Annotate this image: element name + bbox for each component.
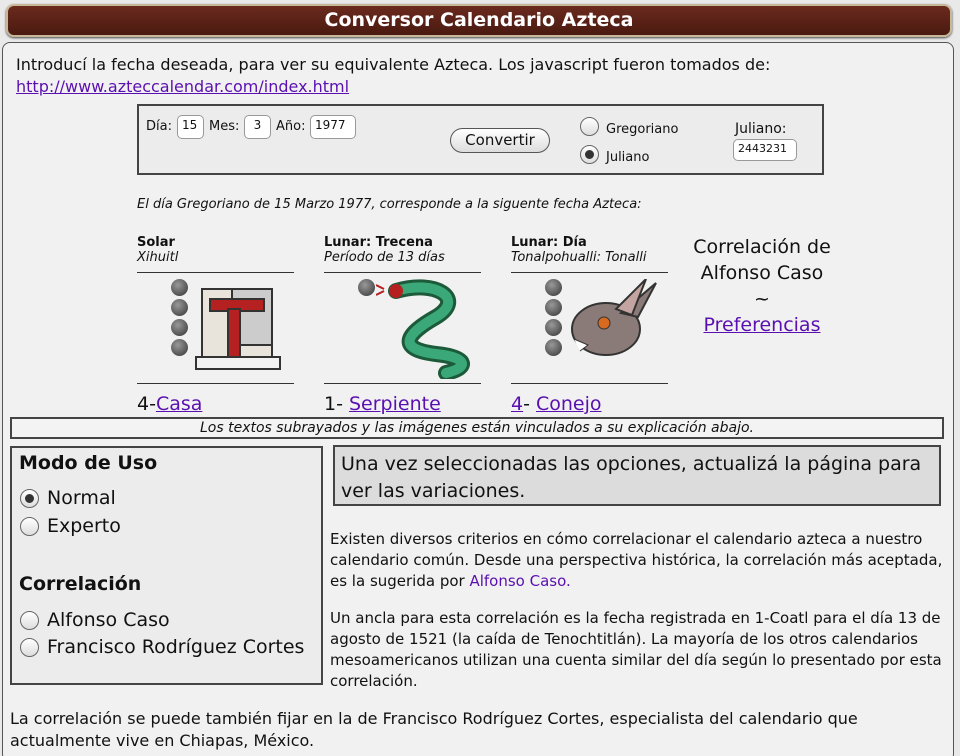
- mode-normal-radio[interactable]: [20, 489, 39, 508]
- casa-glyph-icon[interactable]: [167, 279, 287, 379]
- number-dots: [545, 279, 562, 359]
- trecena-number: 1-: [324, 393, 349, 415]
- solar-sub: Xihuitl: [137, 250, 179, 265]
- year-input[interactable]: 1977: [310, 115, 356, 139]
- mode-normal-label: Normal: [47, 487, 116, 509]
- dia-sub: Tonalpohualli: Tonalli: [511, 250, 647, 265]
- refresh-tip: Una vez seleccionadas las opciones, actu…: [333, 445, 941, 506]
- number-dots: [171, 279, 188, 359]
- divider: [324, 383, 481, 384]
- result-text: El día Gregoriano de 15 Marzo 1977, corr…: [137, 197, 642, 212]
- divider: [137, 272, 294, 273]
- month-label: Mes:: [209, 119, 240, 134]
- gregoriano-radio[interactable]: [580, 117, 599, 136]
- dia-number-link[interactable]: 4: [511, 393, 523, 415]
- trecena-sub: Período de 13 días: [324, 250, 445, 265]
- solar-number: 4-: [137, 393, 156, 415]
- date-form: Día: 15 Mes: 3 Año: 1977 Convertir Grego…: [137, 104, 824, 175]
- serpiente-image: [376, 279, 470, 379]
- dia-separator: -: [523, 393, 536, 415]
- dia-column: Lunar: Día Tonalpohualli: Tonalli 4- Con…: [511, 235, 668, 415]
- corr-caso-label: Alfonso Caso: [47, 609, 170, 631]
- julian-input[interactable]: 2443231: [733, 139, 797, 161]
- corr-cortes-radio[interactable]: [20, 638, 39, 657]
- divider: [324, 272, 481, 273]
- divider: [137, 383, 294, 384]
- number-dots: [358, 279, 375, 299]
- correlation-text: Correlación de Alfonso Caso ~: [693, 236, 831, 310]
- casa-link[interactable]: Casa: [156, 393, 202, 415]
- explanation-paragraph-2: Un ancla para esta correlación es la fec…: [330, 609, 942, 690]
- day-input[interactable]: 15: [177, 115, 204, 139]
- page-title: Conversor Calendario Azteca: [6, 4, 952, 37]
- intro-description: Introducí la fecha deseada, para ver su …: [16, 55, 771, 74]
- preferencias-link[interactable]: Preferencias: [704, 314, 821, 336]
- gregoriano-label: Gregoriano: [606, 122, 679, 137]
- conejo-link[interactable]: Conejo: [536, 393, 602, 415]
- intro-text: Introducí la fecha deseada, para ver su …: [16, 54, 936, 98]
- correlation-info: Correlación de Alfonso Caso ~ Preferenci…: [692, 234, 832, 338]
- trecena-heading: Lunar: Trecena: [324, 235, 433, 250]
- mode-experto-label: Experto: [47, 515, 121, 537]
- mode-experto-radio[interactable]: [20, 517, 39, 536]
- solar-heading: Solar: [137, 235, 175, 250]
- mode-title: Modo de Uso: [19, 452, 158, 474]
- corr-caso-radio[interactable]: [20, 611, 39, 630]
- conejo-image: [571, 279, 657, 356]
- casa-image: [195, 288, 281, 370]
- divider: [511, 383, 668, 384]
- explanation-paragraph-1: Existen diversos criterios en cómo corre…: [330, 529, 945, 592]
- juliano-label: Juliano: [606, 150, 650, 165]
- solar-value: 4-Casa: [137, 393, 202, 415]
- trecena-column: Lunar: Trecena Período de 13 días 1- Ser…: [324, 235, 481, 415]
- day-label: Día:: [146, 119, 172, 134]
- alfonso-caso-link[interactable]: Alfonso Caso.: [469, 572, 570, 590]
- corr-cortes-label: Francisco Rodríguez Cortes: [47, 636, 305, 658]
- julian-label: Juliano:: [735, 121, 787, 137]
- convert-button[interactable]: Convertir: [450, 128, 550, 153]
- divider: [511, 272, 668, 273]
- dia-heading: Lunar: Día: [511, 235, 587, 250]
- correlation-title: Correlación: [19, 573, 142, 595]
- links-note: Los textos subrayados y las imágenes est…: [10, 417, 944, 439]
- year-label: Año:: [276, 119, 306, 134]
- serpiente-link[interactable]: Serpiente: [349, 393, 441, 415]
- month-input[interactable]: 3: [244, 115, 271, 139]
- solar-column: Solar Xihuitl 4-Casa: [137, 235, 294, 415]
- conejo-glyph-icon[interactable]: [541, 279, 661, 379]
- mode-panel: Modo de Uso Normal Experto Correlación A…: [10, 446, 323, 685]
- serpiente-glyph-icon[interactable]: [354, 279, 474, 379]
- trecena-value: 1- Serpiente: [324, 393, 441, 415]
- juliano-radio[interactable]: [580, 145, 599, 164]
- paragraph-1-text: Existen diversos criterios en cómo corre…: [330, 530, 943, 590]
- bottom-paragraph: La correlación se puede también fijar en…: [10, 709, 858, 750]
- dia-value: 4- Conejo: [511, 393, 602, 415]
- source-link[interactable]: http://www.aztеccalendar.com/index.html: [16, 77, 349, 96]
